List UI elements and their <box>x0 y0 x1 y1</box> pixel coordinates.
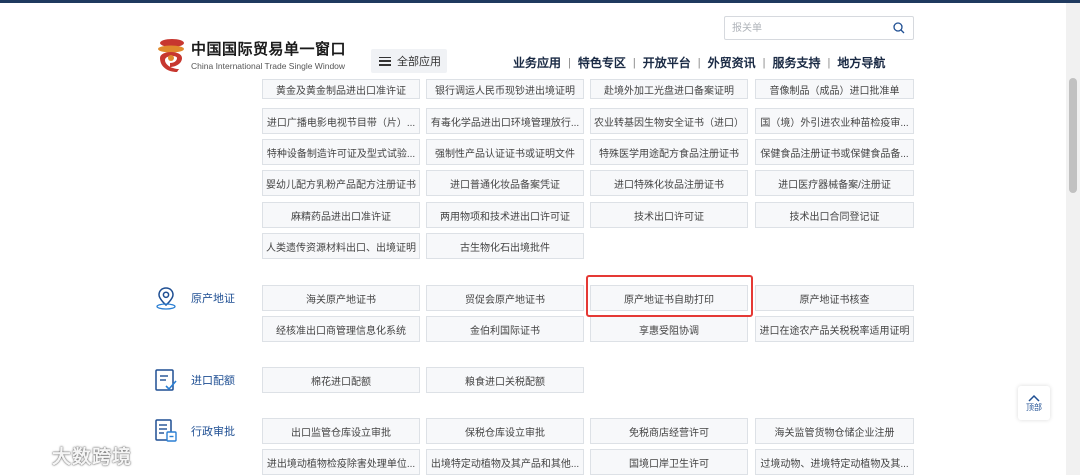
permit-item[interactable]: 特殊医学用途配方食品注册证书 <box>590 139 748 165</box>
origin-item[interactable]: 经核准出口商管理信息化系统 <box>262 316 420 342</box>
permit-item[interactable]: 婴幼儿配方乳粉产品配方注册证书 <box>262 170 420 196</box>
admin-item[interactable]: 保税仓库设立审批 <box>426 418 584 444</box>
approval-document-icon <box>155 419 177 442</box>
origin-item[interactable]: 贸促会原产地证书 <box>426 285 584 311</box>
permit-item[interactable]: 进口广播电影电视节目带（片）... <box>262 108 420 134</box>
admin-item[interactable]: 出境特定动植物及其产品和其他... <box>426 449 584 475</box>
all-apps-label: 全部应用 <box>397 56 441 68</box>
nav-open-platform[interactable]: 开放平台 <box>636 54 698 71</box>
permit-item[interactable]: 农业转基因生物安全证书（进口） <box>590 108 748 134</box>
permit-item[interactable]: 麻精药品进出口准许证 <box>262 202 420 228</box>
admin-item[interactable]: 海关监管货物仓储企业注册 <box>755 418 914 444</box>
permit-item[interactable]: 两用物项和技术进出口许可证 <box>426 202 584 228</box>
permit-item[interactable]: 古生物化石出境批件 <box>426 233 584 259</box>
permit-item[interactable]: 特种设备制造许可证及型式试验... <box>262 139 420 165</box>
all-apps-button[interactable]: 全部应用 <box>371 49 447 73</box>
permit-item[interactable]: 有毒化学品进出口环境管理放行... <box>426 108 584 134</box>
category-origin[interactable]: 原产地证 <box>153 285 235 311</box>
permit-item[interactable]: 黄金及黄金制品进出口准许证 <box>262 79 420 99</box>
search-icon[interactable] <box>893 22 905 34</box>
origin-item[interactable]: 金伯利国际证书 <box>426 316 584 342</box>
permit-item[interactable]: 技术出口合同登记证 <box>755 202 914 228</box>
admin-item[interactable]: 进出境动植物检疫除害处理单位... <box>262 449 420 475</box>
chevron-up-icon <box>1028 394 1040 402</box>
watermark-logo-icon <box>9 447 46 464</box>
nav-local-navigation[interactable]: 地方导航 <box>830 54 892 71</box>
origin-item[interactable]: 海关原产地证书 <box>262 285 420 311</box>
quota-form-icon <box>155 369 177 391</box>
highlight-box <box>586 275 753 317</box>
watermark: 大数跨境 <box>8 442 132 469</box>
permit-item[interactable]: 进口特殊化妆品注册证书 <box>590 170 748 196</box>
permit-item[interactable]: 音像制品（成品）进口批准单 <box>755 79 914 99</box>
admin-item[interactable]: 国境口岸卫生许可 <box>590 449 748 475</box>
nav-featured-zone[interactable]: 特色专区 <box>571 54 633 71</box>
permit-item[interactable]: 人类遗传资源材料出口、出境证明 <box>262 233 420 259</box>
main-nav: 业务应用 | 特色专区 | 开放平台 | 外贸资讯 | 服务支持 | 地方导航 <box>506 54 892 71</box>
back-to-top-button[interactable]: 顶部 <box>1018 386 1050 420</box>
origin-item[interactable]: 原产地证书核查 <box>755 285 914 311</box>
quota-item[interactable]: 棉花进口配额 <box>262 367 420 393</box>
admin-item[interactable]: 免税商店经营许可 <box>590 418 748 444</box>
admin-item[interactable]: 过境动物、进境特定动植物及其... <box>755 449 914 475</box>
scrollbar-track[interactable] <box>1066 3 1080 475</box>
back-to-top-label: 顶部 <box>1026 402 1042 412</box>
logo-title-en: China International Trade Single Window <box>191 60 346 71</box>
origin-item[interactable]: 享惠受阻协调 <box>590 316 748 342</box>
admin-item[interactable]: 出口监管仓库设立审批 <box>262 418 420 444</box>
permit-item[interactable]: 银行调运人民币现钞进出境证明 <box>426 79 584 99</box>
search-input[interactable] <box>725 17 885 39</box>
header: 中国国际贸易单一窗口 China International Trade Sin… <box>0 3 1080 78</box>
site-logo[interactable]: 中国国际贸易单一窗口 China International Trade Sin… <box>155 36 346 72</box>
origin-item[interactable]: 进口在途农产品关税税率适用证明 <box>755 316 914 342</box>
nav-support[interactable]: 服务支持 <box>766 54 828 71</box>
category-origin-label: 原产地证 <box>191 293 235 305</box>
logo-title-cn: 中国国际贸易单一窗口 <box>191 40 347 58</box>
watermark-text: 大数跨境 <box>52 447 133 468</box>
nav-trade-news[interactable]: 外贸资讯 <box>701 54 763 71</box>
scrollbar-thumb[interactable] <box>1069 78 1077 193</box>
nav-business-apps[interactable]: 业务应用 <box>506 54 568 71</box>
menu-icon <box>379 56 391 66</box>
location-pin-icon <box>156 287 176 310</box>
category-admin-approval[interactable]: 行政审批 <box>153 418 235 444</box>
category-admin-approval-label: 行政审批 <box>191 426 235 438</box>
quota-item[interactable]: 粮食进口关税配额 <box>426 367 584 393</box>
search-box <box>724 16 914 40</box>
permit-item[interactable]: 强制性产品认证证书或证明文件 <box>426 139 584 165</box>
permit-item[interactable]: 保健食品注册证书或保健食品备... <box>755 139 914 165</box>
logo-emblem-icon <box>155 36 187 72</box>
permit-item[interactable]: 国（境）外引进农业种苗检疫审... <box>755 108 914 134</box>
category-quota-label: 进口配额 <box>191 375 235 387</box>
permit-item[interactable]: 进口普通化妆品备案凭证 <box>426 170 584 196</box>
permit-item[interactable]: 赴境外加工光盘进口备案证明 <box>590 79 748 99</box>
category-quota[interactable]: 进口配额 <box>153 367 235 393</box>
permit-item[interactable]: 进口医疗器械备案/注册证 <box>755 170 914 196</box>
permit-item[interactable]: 技术出口许可证 <box>590 202 748 228</box>
